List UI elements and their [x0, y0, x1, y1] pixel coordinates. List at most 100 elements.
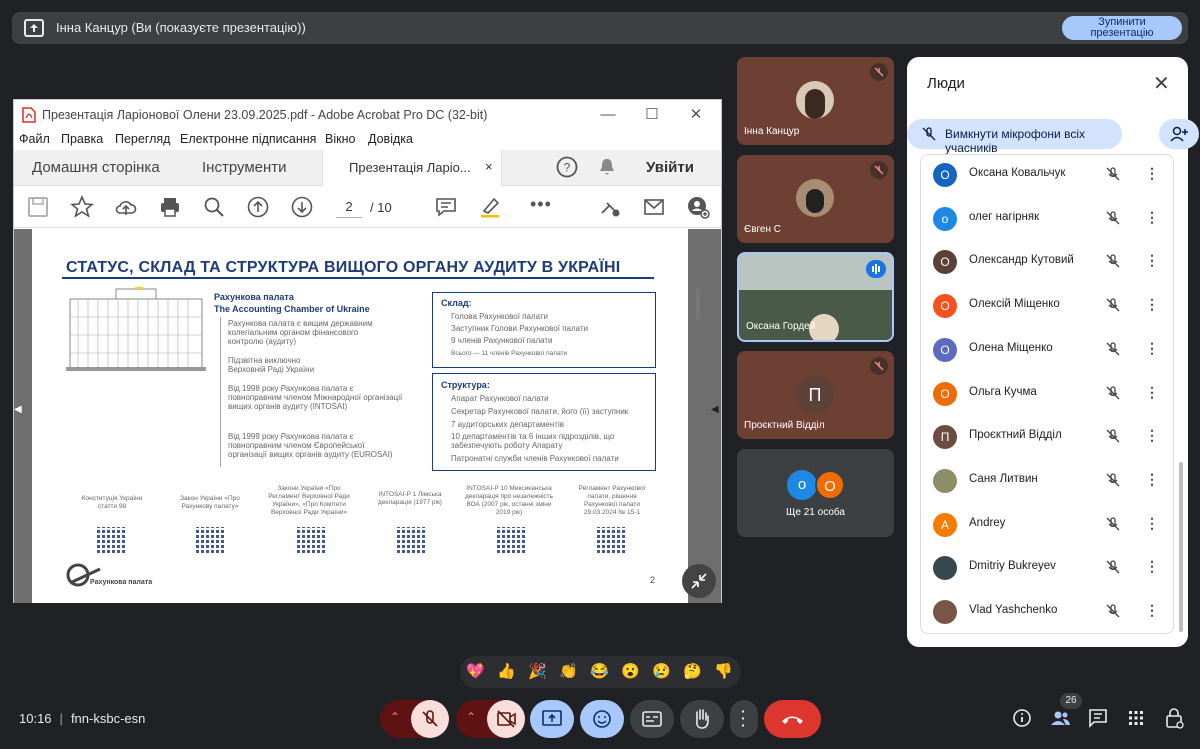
highlight-pen-icon[interactable]: [478, 195, 502, 219]
mic-off-icon[interactable]: [1105, 559, 1121, 575]
participant-row[interactable]: Dmitriy Bukreyev ⋮: [921, 546, 1173, 590]
list-scrollbar[interactable]: [1179, 462, 1183, 632]
more-vert-icon[interactable]: ⋮: [1145, 296, 1159, 313]
cloud-upload-icon[interactable]: [114, 195, 138, 219]
participant-row[interactable]: A Andrey ⋮: [921, 503, 1173, 547]
menu-window[interactable]: Вікно: [325, 132, 355, 146]
mic-off-icon[interactable]: [1105, 428, 1121, 444]
participant-tile-speaking[interactable]: Оксана Гордей: [737, 252, 894, 342]
star-icon[interactable]: [70, 195, 94, 219]
chevron-up-icon[interactable]: ⌃: [466, 710, 476, 724]
close-tab-icon[interactable]: ×: [485, 159, 493, 174]
more-vert-icon[interactable]: ⋮: [1145, 209, 1159, 226]
prev-page-arrow[interactable]: ◀: [14, 404, 22, 415]
reaction-emoji[interactable]: 👍: [497, 662, 516, 680]
menu-help[interactable]: Довідка: [368, 132, 413, 146]
reaction-emoji[interactable]: 😢: [652, 662, 671, 680]
reaction-emoji[interactable]: 💖: [466, 662, 485, 680]
more-vert-icon[interactable]: ⋮: [1145, 558, 1159, 575]
activities-icon[interactable]: [1122, 704, 1150, 732]
reaction-emoji[interactable]: 😂: [590, 662, 609, 680]
present-button[interactable]: [530, 700, 574, 738]
more-vert-icon[interactable]: ⋮: [1145, 340, 1159, 357]
minimize-icon[interactable]: —: [594, 104, 622, 126]
mic-off-icon[interactable]: [1105, 385, 1121, 401]
mic-off-icon[interactable]: [1105, 516, 1121, 532]
reaction-emoji[interactable]: 🎉: [528, 662, 547, 680]
mic-off-icon[interactable]: [1105, 166, 1121, 182]
mail-icon[interactable]: [642, 195, 666, 219]
tab-tools[interactable]: Інструменти: [202, 159, 287, 176]
people-icon[interactable]: [1046, 704, 1074, 732]
more-vert-icon[interactable]: ⋮: [1145, 252, 1159, 269]
menu-file[interactable]: Файл: [19, 132, 50, 146]
close-window-icon[interactable]: ✕: [682, 104, 710, 126]
page-number-input[interactable]: 2: [336, 196, 362, 218]
participant-row[interactable]: о олег нагірняк ⋮: [921, 197, 1173, 241]
more-vert-icon[interactable]: ⋮: [1145, 471, 1159, 488]
save-icon[interactable]: [26, 195, 50, 219]
participant-tile[interactable]: Інна Канцур: [737, 57, 894, 145]
more-vert-icon[interactable]: ⋮: [1145, 427, 1159, 444]
info-icon[interactable]: [1008, 704, 1036, 732]
host-controls-icon[interactable]: [1160, 704, 1188, 732]
participant-row[interactable]: П Проєктний Відділ ⋮: [921, 415, 1173, 459]
bell-icon[interactable]: [598, 157, 616, 177]
page-down-icon[interactable]: [290, 195, 314, 219]
participant-tile[interactable]: П Проєктний Відділ: [737, 351, 894, 439]
mic-off-icon[interactable]: [1105, 210, 1121, 226]
participant-row[interactable]: О Ольга Кучма ⋮: [921, 372, 1173, 416]
help-icon[interactable]: ?: [556, 156, 578, 178]
more-vert-icon[interactable]: ⋮: [1145, 384, 1159, 401]
more-vert-icon[interactable]: ⋮: [1145, 602, 1159, 619]
mic-off-icon[interactable]: [1105, 603, 1121, 619]
maximize-icon[interactable]: ☐: [638, 104, 666, 126]
reaction-emoji[interactable]: 🤔: [683, 662, 702, 680]
participant-row[interactable]: Vlad Yashchenko ⋮: [921, 590, 1173, 633]
more-options-button[interactable]: · · ·: [730, 700, 758, 738]
leave-call-button[interactable]: [764, 700, 821, 738]
close-icon[interactable]: ✕: [1153, 71, 1170, 96]
more-vert-icon[interactable]: ⋮: [1145, 515, 1159, 532]
participant-row[interactable]: О Олексій Міщенко ⋮: [921, 284, 1173, 328]
reaction-emoji[interactable]: 👏: [559, 662, 578, 680]
mute-all-button[interactable]: Вимкнути мікрофони всіх учасників: [907, 119, 1122, 155]
participants-list[interactable]: О Оксана Ковальчук ⋮ о олег нагірняк ⋮ О Олекса…: [920, 154, 1174, 634]
comment-icon[interactable]: [434, 195, 458, 219]
page-up-icon[interactable]: [246, 195, 270, 219]
emoji-button[interactable]: [580, 700, 624, 738]
tab-home[interactable]: Домашня сторінка: [32, 159, 160, 176]
more-vert-icon[interactable]: ⋮: [1145, 165, 1159, 182]
mic-off-icon[interactable]: [1105, 253, 1121, 269]
mic-off-icon[interactable]: [1105, 297, 1121, 313]
captions-button[interactable]: [630, 700, 674, 738]
more-tools-icon[interactable]: •••: [530, 194, 552, 215]
tab-document[interactable]: Презентація Ларіо... ×: [322, 150, 502, 186]
stop-presenting-button[interactable]: Зупинити презентацію: [1062, 16, 1182, 40]
zoom-search-icon[interactable]: [202, 195, 226, 219]
participant-row[interactable]: Саня Литвин ⋮: [921, 459, 1173, 503]
add-people-button[interactable]: [1159, 119, 1199, 149]
sign-link-icon[interactable]: [598, 195, 622, 219]
scrollbar-thumb[interactable]: [696, 289, 700, 319]
menu-esign[interactable]: Електронне підписання: [180, 132, 316, 146]
participant-row[interactable]: О Олександр Кутовий ⋮: [921, 240, 1173, 284]
add-user-icon[interactable]: [686, 195, 710, 219]
reaction-emoji[interactable]: 👎: [714, 662, 733, 680]
participant-row[interactable]: О Оксана Ковальчук ⋮: [921, 155, 1173, 197]
menu-view[interactable]: Перегляд: [115, 132, 170, 146]
menu-edit[interactable]: Правка: [61, 132, 103, 146]
mic-toggle-button[interactable]: [411, 700, 449, 738]
mic-off-icon[interactable]: [1105, 341, 1121, 357]
chevron-up-icon[interactable]: ⌃: [390, 710, 400, 724]
participant-tile[interactable]: Євген С: [737, 155, 894, 243]
chat-icon[interactable]: [1084, 704, 1112, 732]
document-viewport[interactable]: СТАТУС, СКЛАД ТА СТРУКТУРА ВИЩОГО ОРГАНУ…: [14, 229, 721, 603]
login-button[interactable]: Увійти: [646, 159, 694, 176]
raise-hand-button[interactable]: [680, 700, 724, 738]
collapse-icon[interactable]: [682, 564, 716, 598]
next-page-arrow[interactable]: ◀: [711, 404, 719, 415]
participant-row[interactable]: О Олена Міщенко ⋮: [921, 328, 1173, 372]
more-participants-tile[interactable]: о О Ще 21 особа: [737, 449, 894, 537]
reaction-emoji[interactable]: 😮: [621, 662, 640, 680]
